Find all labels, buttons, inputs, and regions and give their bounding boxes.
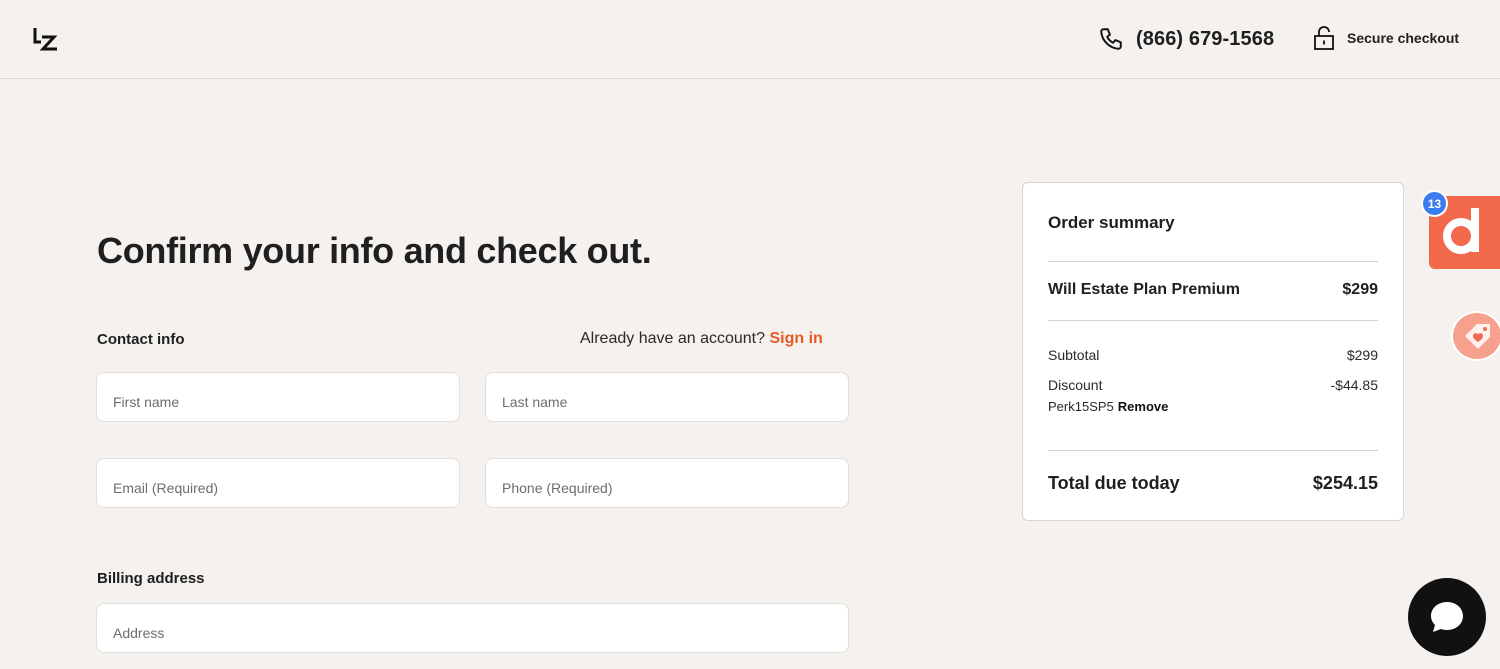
coupon-tag-widget[interactable]: [1451, 311, 1500, 361]
last-name-input[interactable]: [486, 373, 848, 421]
product-row: Will Estate Plan Premium $299: [1048, 281, 1378, 299]
remove-promo-link[interactable]: Remove: [1118, 399, 1169, 414]
phone-icon: [1100, 28, 1122, 50]
lock-icon: [1314, 26, 1334, 50]
subtotal-row: Subtotal $299: [1048, 347, 1378, 363]
account-prompt-text: Already have an account?: [580, 330, 766, 347]
discount-row: Discount -$44.85: [1048, 377, 1378, 393]
secure-checkout-label: Secure checkout: [1347, 30, 1460, 46]
phone-contact[interactable]: (866) 679-1568: [1098, 26, 1274, 52]
discount-label: Discount: [1048, 377, 1103, 393]
product-name: Will Estate Plan Premium: [1048, 281, 1240, 298]
total-value: $254.15: [1312, 473, 1378, 493]
top-header: (866) 679-1568 Secure checkout: [0, 0, 1500, 79]
phone-input[interactable]: [486, 459, 848, 507]
account-prompt: Already have an account? Sign in: [580, 330, 823, 348]
chat-button[interactable]: [1408, 578, 1486, 656]
subtotal-label: Subtotal: [1048, 347, 1100, 363]
promo-code: Perk15SP5: [1048, 399, 1114, 414]
billing-address-label: Billing address: [97, 570, 205, 587]
address-field[interactable]: [96, 603, 849, 653]
email-input[interactable]: [97, 459, 459, 507]
order-summary-card: Order summary Will Estate Plan Premium $…: [1022, 182, 1404, 521]
discount-value: -$44.85: [1330, 377, 1378, 393]
phone-field[interactable]: [485, 458, 849, 508]
lz-logo[interactable]: [32, 24, 62, 54]
page-title: Confirm your info and check out.: [97, 230, 652, 271]
last-name-field[interactable]: [485, 372, 849, 422]
divider: [1048, 320, 1378, 321]
notification-badge: 13: [1421, 190, 1448, 217]
order-summary-title: Order summary: [1048, 213, 1175, 232]
first-name-field[interactable]: [96, 372, 460, 422]
total-row: Total due today $254.15: [1048, 473, 1378, 494]
subtotal-value: $299: [1346, 347, 1378, 363]
divider: [1048, 450, 1378, 451]
first-name-input[interactable]: [97, 373, 459, 421]
total-label: Total due today: [1048, 473, 1180, 493]
secure-checkout: Secure checkout: [1312, 25, 1459, 51]
phone-number[interactable]: (866) 679-1568: [1136, 28, 1274, 51]
product-price: $299: [1342, 281, 1378, 298]
chat-bubble-icon: [1431, 602, 1463, 632]
sign-in-link[interactable]: Sign in: [769, 330, 822, 347]
contact-info-label: Contact info: [97, 331, 185, 348]
email-field[interactable]: [96, 458, 460, 508]
promo-code-line: Perk15SP5 Remove: [1048, 399, 1168, 414]
heart-tag-icon: [1465, 324, 1490, 349]
address-input[interactable]: [97, 604, 848, 652]
divider: [1048, 261, 1378, 262]
